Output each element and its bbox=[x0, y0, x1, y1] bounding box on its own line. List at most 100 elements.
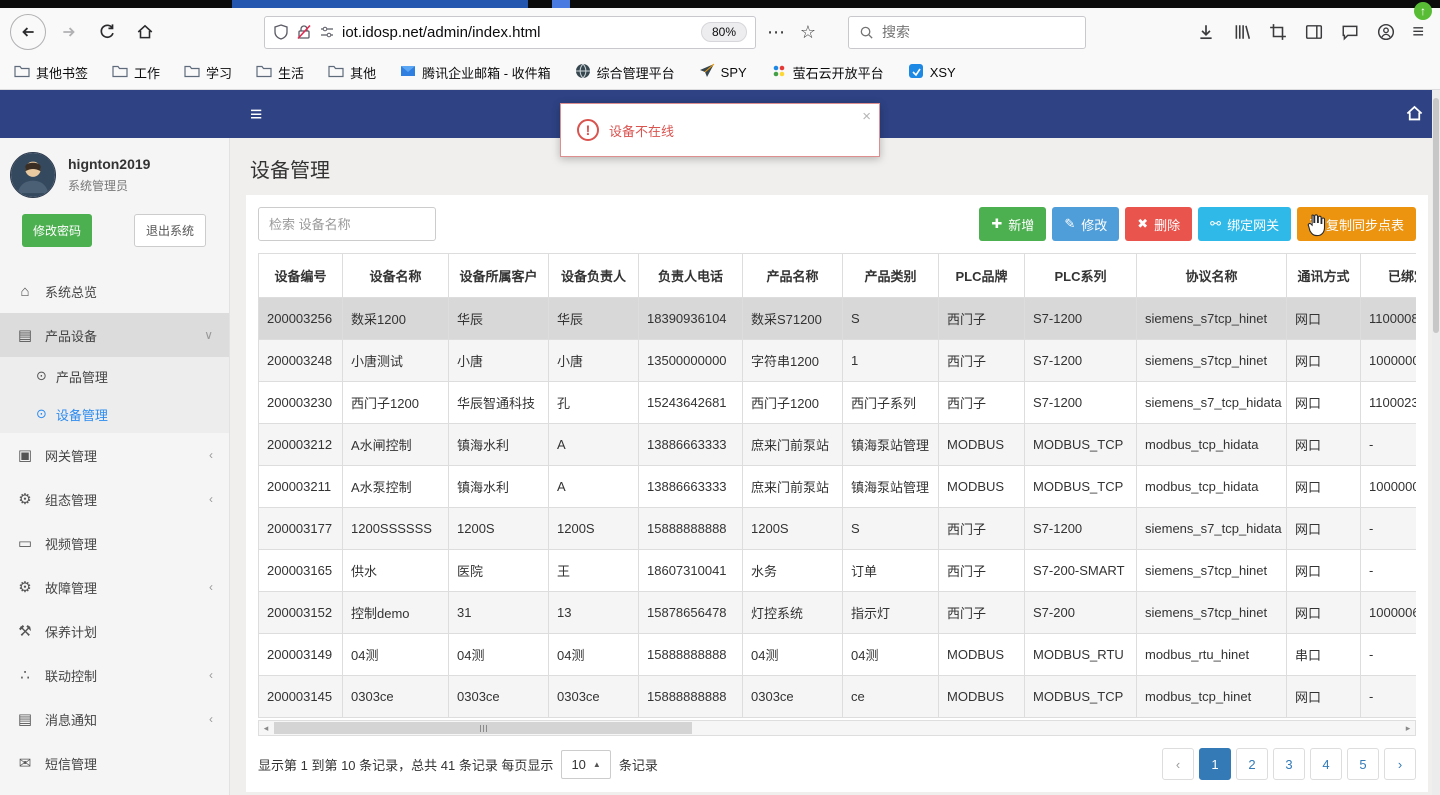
action-button-0[interactable]: ✚ 新增 bbox=[979, 207, 1047, 241]
forward-button[interactable] bbox=[54, 17, 84, 47]
pagination-page[interactable]: 3 bbox=[1273, 748, 1305, 780]
table-row[interactable]: 200003230 西门子1200 华辰智通科技孔 15243642681 西门子120… bbox=[258, 381, 1416, 424]
bookmark-item[interactable]: SPY bbox=[699, 63, 747, 82]
device-search-input[interactable] bbox=[258, 207, 436, 241]
bookmark-item[interactable]: 其他书签 bbox=[14, 63, 88, 82]
bookmark-label: XSY bbox=[929, 65, 956, 80]
sidebar-item-1[interactable]: ▤ 产品设备 ∨ bbox=[0, 313, 229, 357]
sidebar-item-6[interactable]: ⚒ 保养计划 bbox=[0, 609, 229, 653]
sidebar-item-4[interactable]: ▭ 视频管理 bbox=[0, 521, 229, 565]
bookmark-item[interactable]: XSY bbox=[908, 63, 956, 82]
pagination-page[interactable]: 5 bbox=[1347, 748, 1379, 780]
reload-button[interactable] bbox=[92, 17, 122, 47]
table-row[interactable]: 200003212 A水闸控制 镇海水利 A 13886663333 庶来门前泵站 镇海泵站… bbox=[258, 423, 1416, 466]
account-icon[interactable] bbox=[1376, 22, 1396, 42]
table-cell: 水务 bbox=[742, 549, 843, 592]
active-tab-strip[interactable] bbox=[232, 0, 528, 8]
scroll-right-icon[interactable]: ▸ bbox=[1401, 721, 1415, 735]
change-password-button[interactable]: 修改密码 bbox=[22, 214, 93, 247]
sidebar-panel-icon[interactable] bbox=[1304, 22, 1324, 42]
column-header[interactable]: 设备编号 bbox=[258, 253, 343, 298]
page-size-select[interactable]: 10 ▲ bbox=[561, 749, 611, 779]
downloads-icon[interactable] bbox=[1196, 22, 1216, 42]
column-header[interactable]: PLC系列 bbox=[1024, 253, 1137, 298]
table-row[interactable]: 200003211 A水泵控制 镇海水利 A 13886663333 庶来门前泵站 镇海泵站… bbox=[258, 465, 1416, 508]
bookmark-item[interactable]: 生活 bbox=[256, 63, 304, 82]
sidebar-toggle-icon[interactable]: ≡ bbox=[250, 103, 262, 127]
action-button-3[interactable]: ⚯ 绑定网关 bbox=[1198, 207, 1292, 241]
column-header[interactable]: 已绑定网关 bbox=[1360, 253, 1416, 298]
sidebar-subitem-0[interactable]: ⊙ 产品管理 bbox=[0, 357, 229, 395]
bookmark-star-icon[interactable]: ☆ bbox=[796, 22, 820, 43]
table-cell: 庶来门前泵站 bbox=[742, 423, 843, 466]
action-button-1[interactable]: ✎ 修改 bbox=[1052, 207, 1120, 241]
browser-search-bar[interactable]: 搜索 bbox=[848, 15, 1086, 49]
bookmark-item[interactable]: 工作 bbox=[112, 63, 160, 82]
table-cell: 15878656478 bbox=[638, 591, 743, 634]
sidebar-item-label: 组态管理 bbox=[45, 492, 98, 508]
sidebar-item-3[interactable]: ⚙ 组态管理 ‹ bbox=[0, 477, 229, 521]
column-header[interactable]: PLC品牌 bbox=[938, 253, 1025, 298]
column-header[interactable]: 设备名称 bbox=[342, 253, 449, 298]
table-row[interactable]: 200003149 04测 04测 04测 15888888888 04测 04测 MODBU… bbox=[258, 633, 1416, 676]
back-button[interactable] bbox=[10, 14, 46, 50]
browser-vertical-scrollbar[interactable] bbox=[1432, 90, 1440, 795]
pagination-page[interactable]: 2 bbox=[1236, 748, 1268, 780]
vertical-scrollbar-thumb[interactable] bbox=[1433, 98, 1439, 333]
bookmark-item[interactable]: 腾讯企业邮箱 - 收件箱 bbox=[400, 63, 551, 82]
browser-update-icon[interactable]: ↑ bbox=[1414, 2, 1432, 20]
forward-arrow-icon bbox=[63, 27, 75, 37]
table-row[interactable]: 200003248 小唐测试 小唐 小唐 13500000000 字符串1200 1 西门子 S… bbox=[258, 339, 1416, 382]
sidebar-item-9[interactable]: ✉ 短信管理 bbox=[0, 741, 229, 785]
table-cell: 镇海水利 bbox=[448, 465, 549, 508]
column-header[interactable]: 通讯方式 bbox=[1286, 253, 1361, 298]
sidebar-item-7[interactable]: ∴ 联动控制 ‹ bbox=[0, 653, 229, 697]
wrench-icon: ⚒ bbox=[18, 623, 32, 640]
action-button-2[interactable]: ✖ 删除 bbox=[1125, 207, 1193, 241]
scrollbar-thumb[interactable] bbox=[274, 722, 692, 734]
column-header[interactable]: 设备负责人 bbox=[548, 253, 639, 298]
sidebar-item-2[interactable]: ▣ 网关管理 ‹ bbox=[0, 433, 229, 477]
message-bubble-icon[interactable] bbox=[1340, 22, 1360, 42]
table-cell: 13886663333 bbox=[638, 465, 743, 508]
sidebar-item-0[interactable]: ⌂ 系统总览 bbox=[0, 269, 229, 313]
navbar-home-icon[interactable] bbox=[1405, 104, 1424, 128]
pagination-page[interactable]: 1 bbox=[1199, 748, 1231, 780]
globe-icon bbox=[575, 63, 591, 82]
menu-hamburger-icon[interactable]: ≡ bbox=[1412, 21, 1424, 44]
table-row[interactable]: 200003177 1200SSSSSS 1200S 1200S 15888888888… bbox=[258, 507, 1416, 550]
column-header[interactable]: 产品类别 bbox=[842, 253, 939, 298]
table-row[interactable]: 200003145 0303ce 0303ce 0303ce 15888888888 03… bbox=[258, 675, 1416, 718]
library-icon[interactable] bbox=[1232, 22, 1252, 42]
bookmark-item[interactable]: 综合管理平台 bbox=[575, 63, 675, 82]
home-button[interactable] bbox=[130, 17, 160, 47]
column-header[interactable]: 设备所属客户 bbox=[448, 253, 549, 298]
scroll-left-icon[interactable]: ◂ bbox=[259, 721, 273, 735]
pagination-next[interactable]: › bbox=[1384, 748, 1416, 780]
table-cell: S7-1200 bbox=[1024, 297, 1137, 340]
logout-button[interactable]: 退出系统 bbox=[134, 214, 207, 247]
url-bar[interactable]: iot.idosp.net/admin/index.html 80% bbox=[264, 15, 756, 49]
table-cell: 网口 bbox=[1286, 675, 1361, 718]
action-button-4[interactable]: ↻ 复制同步点表 bbox=[1297, 207, 1416, 241]
pagination-page[interactable]: 4 bbox=[1310, 748, 1342, 780]
zoom-level-badge[interactable]: 80% bbox=[700, 22, 747, 42]
pagination-prev[interactable]: ‹ bbox=[1162, 748, 1194, 780]
alert-close-icon[interactable]: × bbox=[862, 108, 871, 125]
table-row[interactable]: 200003165 供水 医院王 18607310041 水务 订单 西门子 S7-200-S… bbox=[258, 549, 1416, 592]
screenshot-crop-icon[interactable] bbox=[1268, 22, 1288, 42]
horizontal-scrollbar[interactable]: ◂ ▸ bbox=[258, 720, 1416, 736]
table-cell: 04测 bbox=[548, 633, 639, 676]
bookmark-item[interactable]: 其他 bbox=[328, 63, 376, 82]
table-row[interactable]: 200003152 控制demo 31 13 15878656478 灯控系统 指示灯 西门子… bbox=[258, 591, 1416, 634]
sidebar-item-5[interactable]: ⚙ 故障管理 ‹ bbox=[0, 565, 229, 609]
column-header[interactable]: 协议名称 bbox=[1136, 253, 1287, 298]
bookmark-item[interactable]: 学习 bbox=[184, 63, 232, 82]
column-header[interactable]: 产品名称 bbox=[742, 253, 843, 298]
column-header[interactable]: 负责人电话 bbox=[638, 253, 743, 298]
page-actions-icon[interactable]: ⋯ bbox=[764, 22, 788, 43]
sidebar-subitem-1[interactable]: ⊙ 设备管理 bbox=[0, 395, 229, 433]
table-row[interactable]: 200003256 数采1200 华辰 华辰 18390936104 数采S71200 S 西… bbox=[258, 297, 1416, 340]
sidebar-item-8[interactable]: ▤ 消息通知 ‹ bbox=[0, 697, 229, 741]
bookmark-item[interactable]: 萤石云开放平台 bbox=[771, 63, 884, 82]
